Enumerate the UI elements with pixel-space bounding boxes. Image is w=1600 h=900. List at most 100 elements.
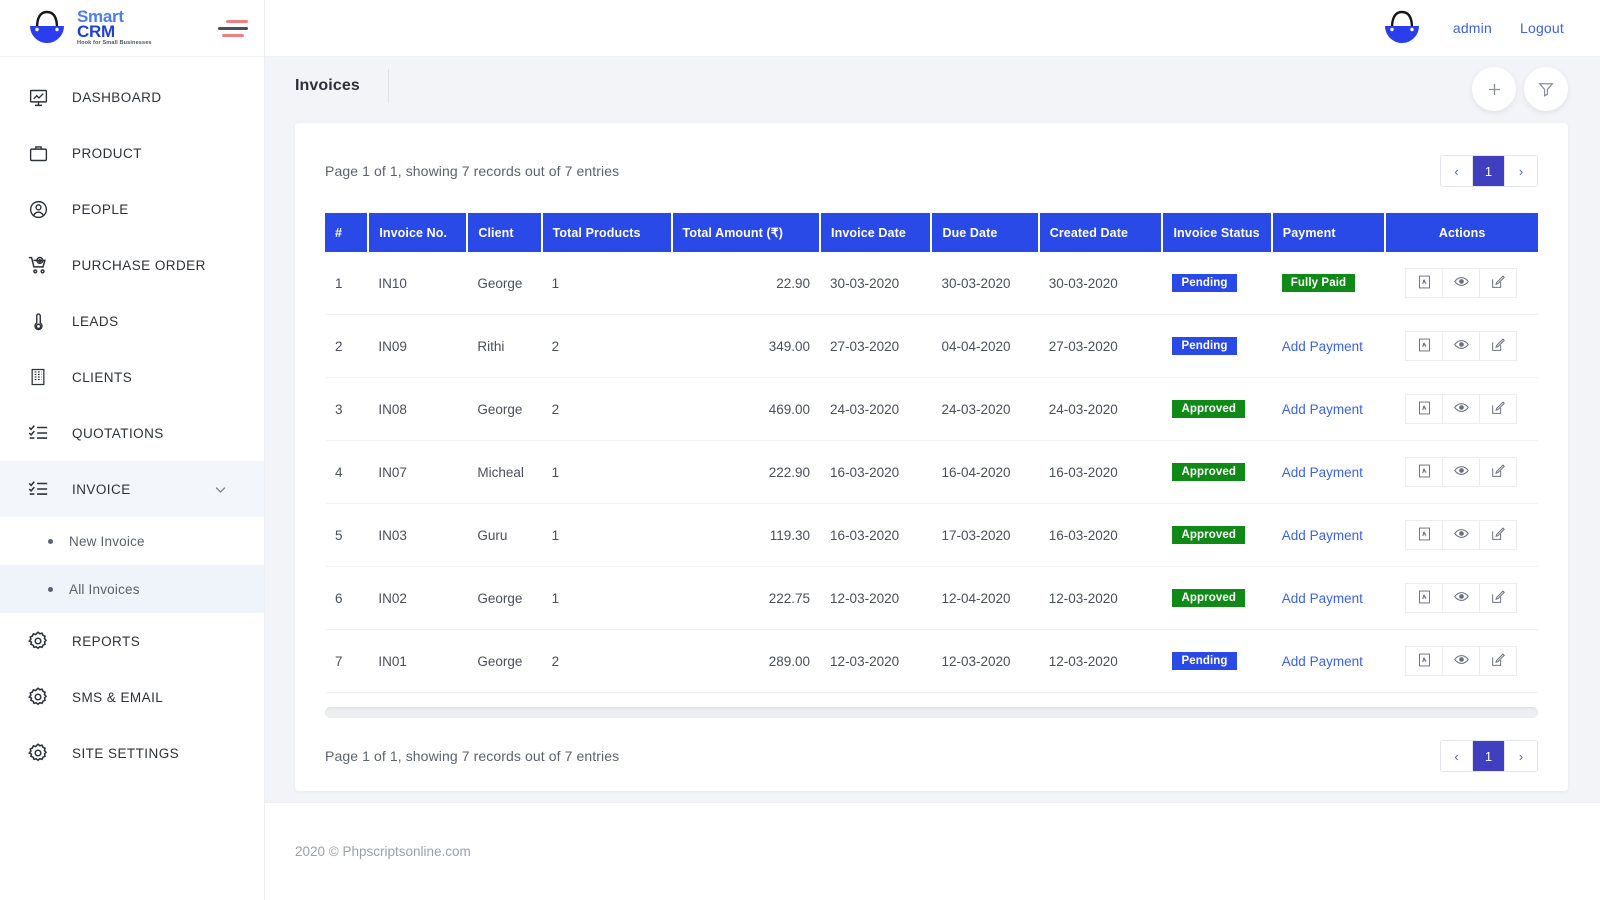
cell-invoice-no: IN07 (368, 440, 468, 504)
col-invoice-status[interactable]: Invoice Status (1162, 213, 1273, 252)
add-payment-link[interactable]: Add Payment (1282, 402, 1363, 417)
pagination-page-1[interactable]: 1 (1473, 741, 1505, 771)
pdf-action-button[interactable]: װ (1405, 583, 1444, 613)
pagination-next[interactable]: › (1505, 156, 1537, 186)
avatar[interactable] (1379, 8, 1425, 48)
sidebar-subitem-new-invoice[interactable]: New Invoice (0, 517, 264, 565)
sidebar-subitem-label: All Invoices (69, 581, 140, 597)
edit-action-button[interactable] (1479, 646, 1518, 676)
sidebar-item-sms-email[interactable]: SMS & EMAIL (0, 669, 264, 725)
cell-due-date: 12-03-2020 (931, 629, 1039, 693)
col-actions: Actions (1385, 213, 1538, 252)
col-index[interactable]: # (325, 213, 370, 252)
hamburger-menu-icon[interactable] (218, 17, 248, 39)
col-invoice-no[interactable]: Invoice No. (368, 213, 469, 252)
cell-created-date: 30-03-2020 (1038, 252, 1163, 315)
cell-created-date: 24-03-2020 (1038, 377, 1163, 441)
row-action-group: װ (1395, 268, 1528, 298)
edit-action-button[interactable] (1479, 457, 1518, 487)
sidebar-item-purchase-order[interactable]: PURCHASE ORDER (0, 237, 264, 293)
add-invoice-button[interactable] (1472, 67, 1516, 111)
cell-invoice-date: 12-03-2020 (820, 566, 932, 630)
col-payment[interactable]: Payment (1271, 213, 1387, 252)
col-created-date[interactable]: Created Date (1038, 213, 1164, 252)
sidebar-item-dashboard[interactable]: DASHBOARD (0, 69, 264, 125)
sidebar-item-people[interactable]: PEOPLE (0, 181, 264, 237)
checklist-icon (26, 477, 50, 501)
cell-client: George (467, 566, 542, 630)
add-payment-link[interactable]: Add Payment (1282, 654, 1363, 669)
gear-icon (26, 741, 50, 765)
thermometer-icon (26, 309, 50, 333)
page-title: Invoices (295, 77, 360, 94)
edit-action-button[interactable] (1479, 583, 1518, 613)
col-due-date[interactable]: Due Date (931, 213, 1040, 252)
col-total-products[interactable]: Total Products (541, 213, 673, 252)
eye-action-button[interactable] (1442, 394, 1481, 424)
sidebar-item-reports[interactable]: REPORTS (0, 613, 264, 669)
pagination-prev[interactable]: ‹ (1441, 156, 1473, 186)
brand-logo[interactable]: Smart CRM Hook for Small Businesses (24, 8, 152, 48)
row-index: 3 (325, 377, 369, 441)
sidebar-item-clients[interactable]: CLIENTS (0, 349, 264, 405)
filter-button[interactable] (1524, 67, 1568, 111)
pdf-action-button[interactable]: װ (1405, 520, 1444, 550)
edit-icon (1490, 526, 1506, 545)
pdf-action-button[interactable]: װ (1405, 457, 1444, 487)
admin-user-link[interactable]: admin (1453, 20, 1492, 36)
building-icon (26, 365, 50, 389)
eye-action-button[interactable] (1442, 646, 1481, 676)
cell-invoice-no: IN10 (368, 252, 468, 315)
edit-action-button[interactable] (1479, 268, 1518, 298)
eye-action-button[interactable] (1442, 583, 1481, 613)
cell-payment: Add Payment (1271, 440, 1386, 504)
cell-actions: װ (1385, 440, 1538, 504)
sidebar-item-label: CLIENTS (72, 369, 133, 385)
edit-action-button[interactable] (1479, 394, 1518, 424)
sidebar-item-label: PURCHASE ORDER (72, 257, 206, 273)
sidebar: Smart CRM Hook for Small Businesses DASH… (0, 0, 265, 900)
eye-action-button[interactable] (1442, 331, 1481, 361)
pagination-next[interactable]: › (1505, 741, 1537, 771)
cell-invoice-date: 30-03-2020 (820, 252, 932, 315)
eye-action-button[interactable] (1442, 268, 1481, 298)
table-body: 1 IN10 George 1 22.90 30-03-2020 30-03-2020 30-… (325, 252, 1538, 693)
cell-client: Rithi (467, 314, 542, 378)
pdf-action-button[interactable]: װ (1405, 394, 1444, 424)
sidebar-item-site-settings[interactable]: SITE SETTINGS (0, 725, 264, 781)
sidebar-subitem-label: New Invoice (69, 533, 145, 549)
cell-total-products: 2 (541, 377, 672, 441)
sidebar-subitem-all-invoices[interactable]: All Invoices (0, 565, 264, 613)
cell-actions: װ (1385, 314, 1538, 378)
status-badge: Approved (1172, 400, 1245, 418)
cell-created-date: 27-03-2020 (1038, 314, 1163, 378)
add-payment-link[interactable]: Add Payment (1282, 528, 1363, 543)
edit-action-button[interactable] (1479, 331, 1518, 361)
sidebar-item-invoice[interactable]: INVOICE (0, 461, 264, 517)
pdf-icon: װ (1417, 589, 1432, 608)
col-client[interactable]: Client (467, 213, 543, 252)
eye-action-button[interactable] (1442, 457, 1481, 487)
col-invoice-date[interactable]: Invoice Date (820, 213, 933, 252)
page-header-actions (1472, 67, 1568, 111)
pdf-action-button[interactable]: װ (1405, 331, 1444, 361)
sidebar-item-quotations[interactable]: QUOTATIONS (0, 405, 264, 461)
cell-invoice-no: IN09 (368, 314, 468, 378)
page-footer: 2020 © Phpscriptsonline.com (265, 802, 1600, 900)
pagination-prev[interactable]: ‹ (1441, 741, 1473, 771)
add-payment-link[interactable]: Add Payment (1282, 465, 1363, 480)
edit-action-button[interactable] (1479, 520, 1518, 550)
eye-icon (1453, 273, 1470, 293)
brand-text: Smart CRM Hook for Small Businesses (77, 8, 152, 48)
pdf-action-button[interactable]: װ (1405, 268, 1444, 298)
pdf-action-button[interactable]: װ (1405, 646, 1444, 676)
col-total-amount[interactable]: Total Amount (₹) (671, 213, 822, 252)
pagination-page-1[interactable]: 1 (1473, 156, 1505, 186)
logout-link[interactable]: Logout (1520, 20, 1564, 36)
eye-action-button[interactable] (1442, 520, 1481, 550)
sidebar-item-leads[interactable]: LEADS (0, 293, 264, 349)
add-payment-link[interactable]: Add Payment (1282, 339, 1363, 354)
sidebar-item-product[interactable]: PRODUCT (0, 125, 264, 181)
horizontal-scrollbar[interactable] (325, 707, 1538, 718)
add-payment-link[interactable]: Add Payment (1282, 591, 1363, 606)
